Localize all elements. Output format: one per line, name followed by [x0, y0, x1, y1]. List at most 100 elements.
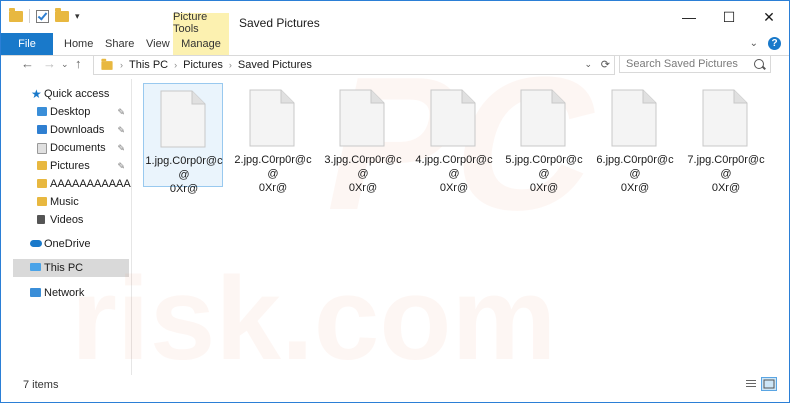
- file-name: 5.jpg.C0rp0r@c@ 0Xr@: [505, 154, 583, 194]
- title-bar: ▾ Picture Tools Saved Pictures — ☐ ✕: [1, 1, 789, 35]
- pin-icon[interactable]: ✎: [117, 121, 125, 139]
- sidebar-item-label: Videos: [50, 214, 84, 226]
- back-arrow-icon[interactable]: ←: [21, 56, 34, 71]
- sidebar-item-pictures[interactable]: Pictures ✎: [1, 157, 131, 175]
- tab-view[interactable]: View: [146, 33, 170, 55]
- file-item[interactable]: 2.jpg.C0rp0r@c@ 0Xr@: [233, 83, 313, 194]
- documents-icon: [37, 143, 47, 154]
- tab-home[interactable]: Home: [64, 33, 93, 55]
- window-controls: — ☐ ✕: [669, 9, 789, 26]
- file-item[interactable]: 3.jpg.C0rp0r@c@ 0Xr@: [323, 83, 403, 194]
- network-icon: [30, 288, 41, 297]
- help-icon[interactable]: ?: [768, 37, 781, 50]
- search-placeholder: Search Saved Pictures: [626, 58, 738, 70]
- tab-manage[interactable]: Manage: [173, 33, 229, 55]
- sidebar-item-this-pc[interactable]: This PC: [13, 259, 129, 277]
- sidebar-item-label: Quick access: [44, 88, 110, 100]
- location-folder-icon: [101, 58, 113, 70]
- status-bar: 7 items: [1, 375, 789, 402]
- file-name: 1.jpg.C0rp0r@c@ 0Xr@: [145, 155, 223, 195]
- picture-tools-label: Picture Tools: [173, 11, 229, 35]
- customize-dropdown-icon[interactable]: ▾: [75, 11, 80, 22]
- tab-share[interactable]: Share: [105, 33, 134, 55]
- divider: [29, 9, 30, 23]
- document-icon: [160, 90, 206, 148]
- folder-icon[interactable]: [9, 7, 23, 22]
- maximize-button[interactable]: ☐: [709, 9, 749, 26]
- file-item[interactable]: 5.jpg.C0rp0r@c@ 0Xr@: [504, 83, 584, 194]
- sidebar-item-desktop[interactable]: Desktop ✎: [1, 103, 131, 121]
- chevron-right-icon[interactable]: ›: [120, 60, 123, 70]
- sidebar-item-label: Network: [44, 287, 85, 299]
- sidebar-item-aaaa[interactable]: AAAAAAAAAAAAA: [1, 175, 131, 193]
- sidebar-item-videos[interactable]: Videos: [1, 211, 131, 229]
- computer-icon: [30, 263, 41, 271]
- large-icons-view-icon[interactable]: [761, 377, 777, 391]
- details-view-icon[interactable]: [743, 377, 759, 391]
- up-arrow-icon[interactable]: ↑: [75, 56, 82, 71]
- document-icon: [611, 89, 657, 147]
- pin-icon[interactable]: ✎: [117, 139, 125, 157]
- search-input[interactable]: Search Saved Pictures: [619, 55, 771, 73]
- file-item[interactable]: 4.jpg.C0rp0r@c@ 0Xr@: [414, 83, 494, 194]
- videos-icon: [37, 215, 45, 224]
- pin-icon[interactable]: ✎: [117, 103, 125, 121]
- file-name: 4.jpg.C0rp0r@c@ 0Xr@: [415, 154, 493, 194]
- properties-icon[interactable]: [36, 9, 49, 23]
- file-item[interactable]: 1.jpg.C0rp0r@c@ 0Xr@: [143, 83, 223, 195]
- chevron-right-icon[interactable]: ›: [229, 60, 232, 70]
- refresh-icon[interactable]: ⟳: [601, 58, 610, 71]
- minimize-button[interactable]: —: [669, 9, 709, 26]
- document-icon: [339, 89, 385, 147]
- sidebar-item-label: OneDrive: [44, 238, 91, 250]
- sidebar-item-music[interactable]: Music: [1, 193, 131, 211]
- pin-icon[interactable]: ✎: [117, 157, 125, 175]
- breadcrumb-pictures[interactable]: Pictures: [183, 59, 223, 71]
- sidebar-item-downloads[interactable]: Downloads ✎: [1, 121, 131, 139]
- ribbon-tabs: File Home Share View Manage ⌄ ?: [1, 33, 789, 56]
- forward-arrow-icon[interactable]: →: [43, 56, 56, 71]
- sidebar-item-label: Pictures: [50, 160, 90, 172]
- star-icon: ★: [31, 87, 42, 101]
- recent-locations-icon[interactable]: ⌄: [61, 59, 69, 70]
- item-count: 7 items: [23, 379, 59, 391]
- quick-access-toolbar: ▾: [9, 7, 80, 23]
- breadcrumb-this-pc[interactable]: This PC: [129, 59, 168, 71]
- document-icon: [249, 89, 295, 147]
- file-name: 6.jpg.C0rp0r@c@ 0Xr@: [596, 154, 674, 194]
- address-dropdown-icon[interactable]: ⌄: [584, 59, 592, 70]
- file-item[interactable]: 7.jpg.C0rp0r@c@ 0Xr@: [686, 83, 766, 194]
- sidebar-item-documents[interactable]: Documents ✎: [1, 139, 131, 157]
- breadcrumb-saved-pictures[interactable]: Saved Pictures: [238, 59, 312, 71]
- pictures-icon: [37, 161, 47, 170]
- window-title: Saved Pictures: [239, 16, 320, 30]
- address-row: ← → ⌄ ↑ › This PC › Pictures › Saved Pic…: [1, 55, 789, 75]
- file-item[interactable]: 6.jpg.C0rp0r@c@ 0Xr@: [595, 83, 675, 194]
- address-bar[interactable]: › This PC › Pictures › Saved Pictures ⟳ …: [93, 55, 615, 75]
- sidebar-item-network[interactable]: Network: [1, 284, 131, 302]
- sidebar-item-label: AAAAAAAAAAAAA: [50, 178, 131, 190]
- close-button[interactable]: ✕: [749, 9, 789, 26]
- new-folder-icon[interactable]: [55, 7, 69, 22]
- expand-ribbon-icon[interactable]: ⌄: [750, 38, 758, 49]
- sidebar-item-onedrive[interactable]: OneDrive: [1, 235, 131, 253]
- search-icon[interactable]: [754, 59, 764, 69]
- chevron-right-icon[interactable]: ›: [174, 60, 177, 70]
- cloud-icon: [30, 240, 42, 247]
- music-icon: [37, 197, 47, 206]
- document-icon: [520, 89, 566, 147]
- sidebar-item-label: This PC: [44, 262, 84, 274]
- file-name: 3.jpg.C0rp0r@c@ 0Xr@: [324, 154, 402, 194]
- file-list: 1.jpg.C0rp0r@c@ 0Xr@ 2.jpg.C0rp0r@c@ 0Xr@ …: [133, 79, 789, 375]
- sidebar-item-label: Music: [50, 196, 79, 208]
- tab-file[interactable]: File: [1, 33, 53, 55]
- folder-icon: [37, 179, 47, 188]
- ribbon-right-controls: ⌄ ?: [750, 37, 781, 50]
- document-icon: [702, 89, 748, 147]
- explorer-window: ▾ Picture Tools Saved Pictures — ☐ ✕ Fil…: [0, 0, 790, 403]
- document-icon: [430, 89, 476, 147]
- sidebar-item-quick-access[interactable]: ★ Quick access: [1, 85, 131, 103]
- sidebar-item-label: Downloads: [50, 124, 105, 136]
- sidebar-item-label: Desktop: [50, 106, 91, 118]
- file-name: 2.jpg.C0rp0r@c@ 0Xr@: [234, 154, 312, 194]
